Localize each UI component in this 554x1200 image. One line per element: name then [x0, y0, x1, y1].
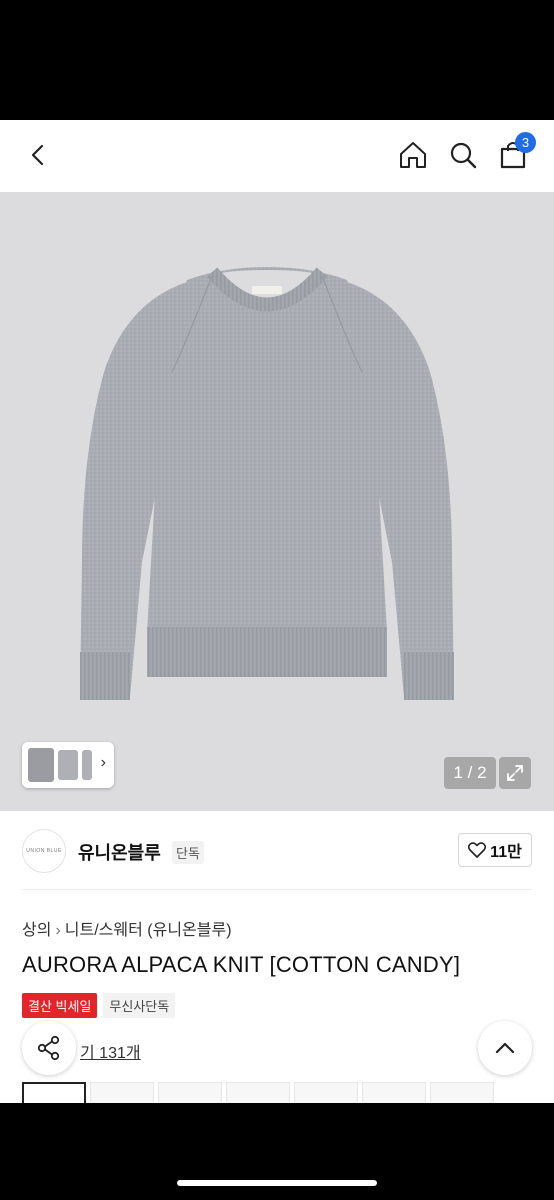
option-tabs — [22, 1082, 554, 1103]
top-nav: 3 — [0, 120, 554, 192]
brand-logo[interactable]: UNION BLUE — [22, 829, 66, 873]
breadcrumb-separator: › — [55, 922, 61, 939]
home-icon — [400, 142, 426, 168]
sale-tag: 결산 빅세일 — [22, 993, 98, 1018]
product-image-gallery[interactable]: › 1 / 2 — [0, 192, 554, 811]
option-tab[interactable] — [362, 1082, 426, 1103]
home-indicator[interactable] — [177, 1180, 377, 1186]
product-tags: 결산 빅세일 무신사단독 — [22, 993, 176, 1018]
share-icon — [37, 1035, 60, 1061]
option-tab[interactable] — [90, 1082, 154, 1103]
option-tab[interactable] — [22, 1082, 86, 1103]
thumbnail-2[interactable] — [58, 750, 78, 780]
cart-count-badge: 3 — [515, 132, 536, 153]
divider — [22, 889, 532, 890]
search-button[interactable] — [446, 138, 480, 172]
exclusive-badge: 무신사단독 — [103, 993, 176, 1018]
option-tab[interactable] — [226, 1082, 290, 1103]
back-icon — [31, 144, 44, 166]
cart-button[interactable]: 3 — [496, 132, 536, 172]
product-image — [80, 267, 454, 700]
expand-button[interactable] — [499, 757, 531, 789]
home-button[interactable] — [396, 138, 430, 172]
review-link[interactable]: 기 131개 — [80, 1039, 141, 1063]
like-button[interactable]: 11만 — [458, 833, 532, 867]
option-tab[interactable] — [430, 1082, 494, 1103]
exclusive-tag: 단독 — [172, 841, 204, 864]
chevron-right-icon[interactable]: › — [101, 754, 106, 772]
breadcrumb-level3[interactable]: (유니온블루) — [147, 922, 231, 939]
thumbnail-3[interactable] — [82, 750, 92, 780]
breadcrumb-level2[interactable]: 니트/스웨터 — [65, 922, 143, 939]
search-icon — [450, 142, 477, 169]
back-button[interactable] — [22, 138, 56, 172]
thumbnail-1[interactable] — [28, 748, 54, 782]
heart-icon — [468, 842, 487, 858]
app-screen: 3 › 1 / 2 UNION BLUE 유니온블루 단독 11만 상의 › 니… — [0, 120, 554, 1103]
image-counter: 1 / 2 — [444, 757, 496, 789]
share-button[interactable] — [22, 1021, 76, 1075]
brand-name[interactable]: 유니온블루 — [78, 839, 161, 865]
thumbnail-strip[interactable]: › — [22, 742, 114, 788]
option-tab[interactable] — [158, 1082, 222, 1103]
scroll-top-button[interactable] — [478, 1021, 532, 1075]
breadcrumb: 상의 › 니트/스웨터 (유니온블루) — [22, 916, 232, 940]
product-title: AURORA ALPACA KNIT [COTTON CANDY] — [22, 952, 461, 977]
option-tab[interactable] — [294, 1082, 358, 1103]
chevron-up-icon — [495, 1042, 515, 1054]
like-count: 11만 — [490, 844, 522, 861]
brand-row: UNION BLUE 유니온블루 단독 11만 — [0, 811, 554, 890]
breadcrumb-level1[interactable]: 상의 — [22, 922, 51, 939]
expand-icon — [507, 765, 523, 781]
